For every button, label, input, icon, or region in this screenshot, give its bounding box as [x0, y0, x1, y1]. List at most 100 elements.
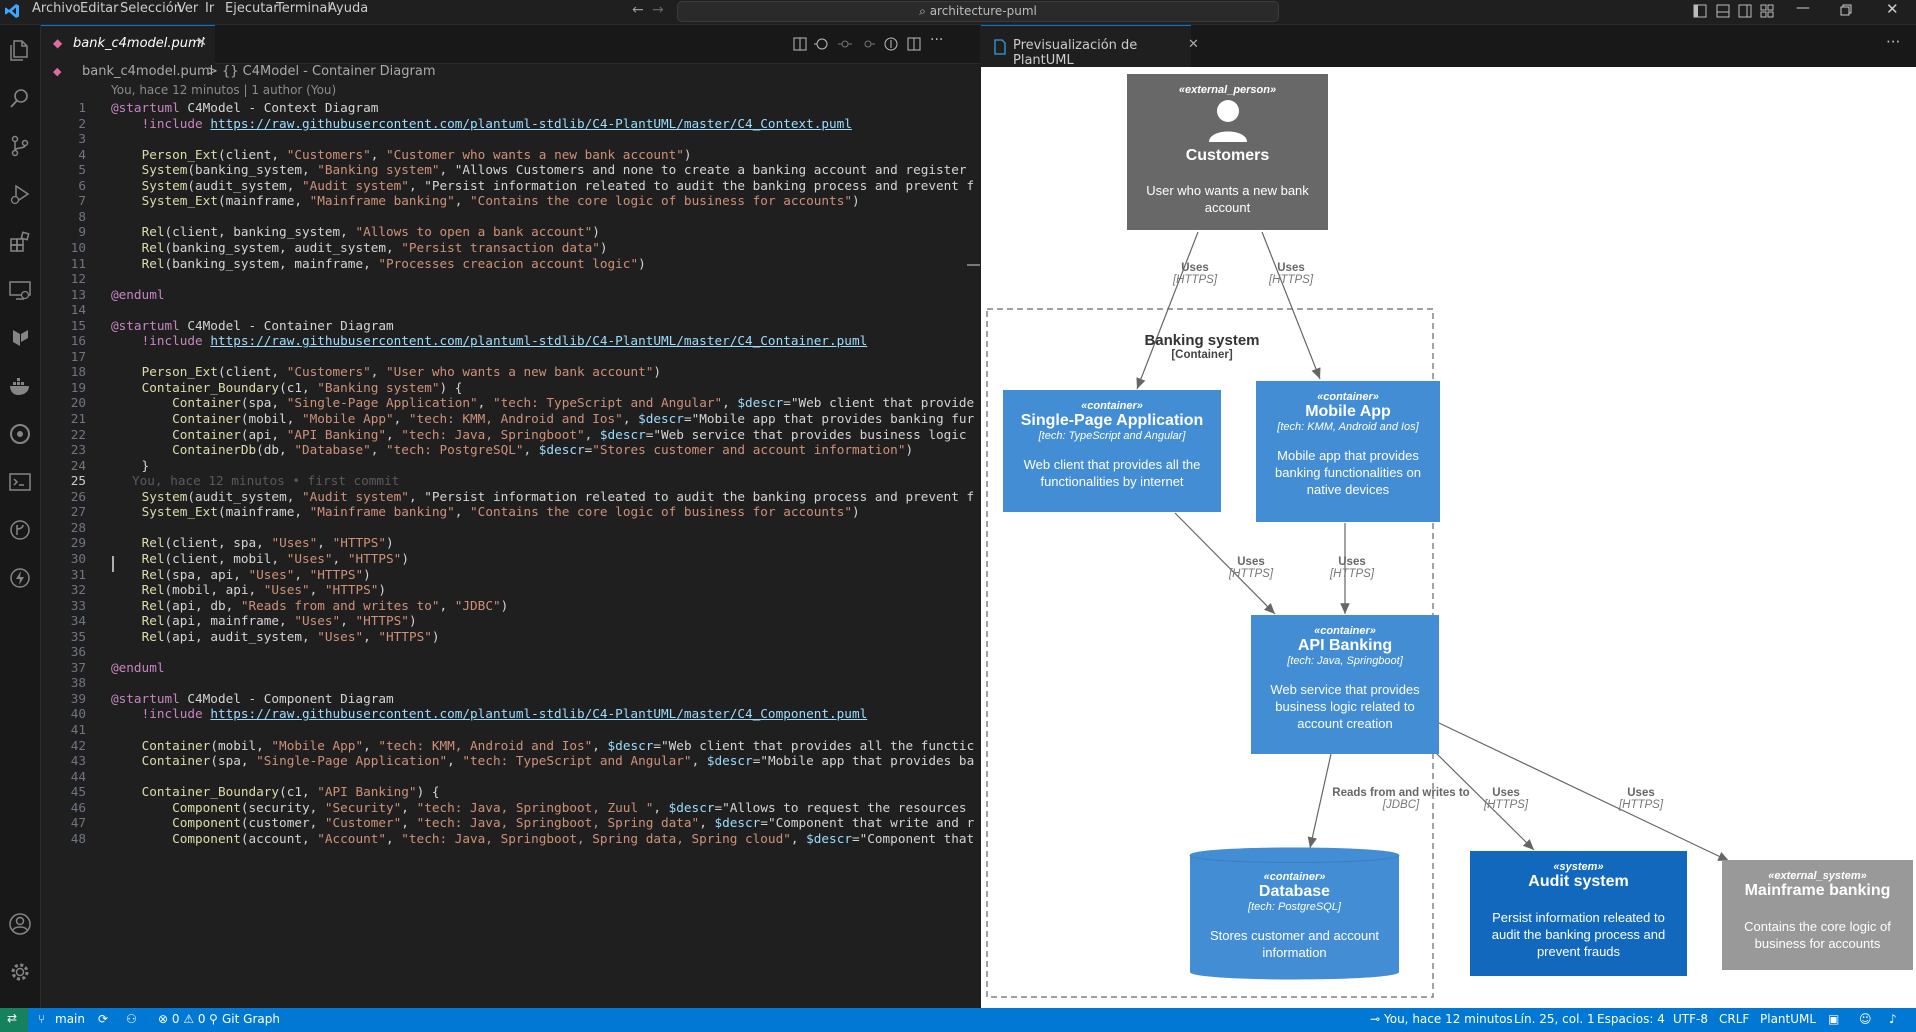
- gitlens-icon[interactable]: [7, 517, 33, 543]
- status-position[interactable]: Lín. 25, col. 1: [1514, 1012, 1595, 1026]
- code-line[interactable]: Container(spa, "Single-Page Application"…: [111, 395, 974, 410]
- back-arrow-icon[interactable]: ←: [632, 2, 644, 18]
- explorer-icon[interactable]: [7, 37, 33, 63]
- code-line[interactable]: System_Ext(mainframe, "Mainframe banking…: [111, 504, 860, 519]
- preview-more-actions-icon[interactable]: ···: [1886, 33, 1900, 51]
- menu-terminal[interactable]: Terminal: [276, 0, 331, 24]
- tab-bank-c4model[interactable]: ◆ bank_c4model.puml ✕: [41, 25, 215, 64]
- status-encoding[interactable]: UTF-8: [1673, 1012, 1708, 1026]
- menu-editar[interactable]: Editar: [80, 0, 119, 24]
- code-line[interactable]: Rel(client, banking_system, "Allows to o…: [111, 224, 600, 239]
- code-line[interactable]: Container(spa, "Single-Page Application"…: [111, 753, 975, 768]
- node-customers[interactable]: «external_person» Customers User who wan…: [1127, 74, 1328, 230]
- node-mainframe-banking[interactable]: «external_system» Mainframe banking Cont…: [1722, 860, 1913, 970]
- code-line[interactable]: System(banking_system, "Banking system",…: [111, 162, 967, 177]
- previous-change-icon[interactable]: [837, 36, 853, 52]
- menu-ver[interactable]: Ver: [177, 0, 198, 24]
- node-database[interactable]: «container» Database [tech: PostgreSQL] …: [1190, 867, 1399, 977]
- remote-indicator[interactable]: ⇄: [0, 1008, 28, 1032]
- status-blame[interactable]: You, hace 12 minutos: [1384, 1012, 1513, 1026]
- open-changes-icon[interactable]: [814, 36, 830, 52]
- node-mobile-app[interactable]: «container» Mobile App [tech: KMM, Andro…: [1256, 381, 1440, 522]
- toggle-panel-icon[interactable]: [1716, 4, 1730, 18]
- code-line[interactable]: Rel(api, db, "Reads from and writes to",…: [111, 598, 509, 613]
- code-line[interactable]: Component(account, "Account", "tech: Jav…: [111, 831, 974, 846]
- menu-ayuda[interactable]: Ayuda: [328, 0, 368, 24]
- code-line[interactable]: Rel(api, mainframe, "Uses", "HTTPS"): [111, 613, 417, 628]
- code-line[interactable]: Component(security, "Security", "tech: J…: [111, 800, 966, 815]
- code-line[interactable]: Component(customer, "Customer", "tech: J…: [111, 815, 974, 830]
- code-line[interactable]: Container(api, "API Banking", "tech: Jav…: [111, 427, 966, 442]
- menu-ir[interactable]: Ir: [205, 0, 214, 24]
- customize-layout-icon[interactable]: [1760, 4, 1774, 18]
- layout-icon[interactable]: ▣: [1828, 1012, 1839, 1026]
- next-change-icon[interactable]: [860, 36, 876, 52]
- terminal-icon[interactable]: [7, 469, 33, 495]
- toggle-file-blame-icon[interactable]: [883, 36, 899, 52]
- close-tab-icon[interactable]: ✕: [196, 35, 207, 50]
- code-line[interactable]: }: [111, 458, 150, 473]
- sync-icon[interactable]: ⟳: [98, 1012, 108, 1026]
- code-line[interactable]: ContainerDb(db, "Database", "tech: Postg…: [111, 442, 913, 457]
- source-control-icon[interactable]: [7, 133, 33, 159]
- restore-icon[interactable]: [1840, 4, 1852, 16]
- live-share-icon[interactable]: ⚇: [126, 1012, 137, 1026]
- thunder-client-icon[interactable]: [7, 565, 33, 591]
- code-line[interactable]: Rel(api, audit_system, "Uses", "HTTPS"): [111, 629, 440, 644]
- menu-ejecutar[interactable]: Ejecutar: [225, 0, 279, 24]
- code-line[interactable]: @startuml C4Model - Component Diagram: [111, 691, 394, 706]
- feedback-icon[interactable]: ☺: [1859, 1012, 1872, 1026]
- code-line[interactable]: Container(mobil, "Mobile App", "tech: KM…: [111, 411, 974, 426]
- code-line[interactable]: Person_Ext(client, "Customers", "Custome…: [111, 147, 692, 162]
- code-line[interactable]: @startuml C4Model - Context Diagram: [111, 100, 378, 115]
- tab-plantuml-preview[interactable]: Previsualización de PlantUML ✕: [981, 25, 1199, 68]
- status-eol[interactable]: CRLF: [1719, 1012, 1749, 1026]
- forward-arrow-icon[interactable]: →: [652, 2, 664, 18]
- plantuml-preview[interactable]: Banking system [Container] «external_per…: [981, 67, 1916, 1008]
- docker-icon[interactable]: [7, 373, 33, 399]
- minimize-icon[interactable]: —: [1796, 0, 1810, 16]
- testing-icon[interactable]: [7, 325, 33, 351]
- code-line[interactable]: !include https://raw.githubusercontent.c…: [111, 116, 852, 131]
- run-debug-icon[interactable]: [7, 181, 33, 207]
- code-editor[interactable]: 1 @startuml C4Model - Context Diagram 2 !i…: [41, 100, 980, 1008]
- status-spaces[interactable]: Espacios: 4: [1597, 1012, 1665, 1026]
- code-line[interactable]: @enduml: [111, 287, 164, 302]
- code-line[interactable]: Rel(banking_system, audit_system, "Persi…: [111, 240, 608, 255]
- kubernetes-icon[interactable]: [7, 421, 33, 447]
- remote-explorer-icon[interactable]: [7, 277, 33, 303]
- code-line[interactable]: @startuml C4Model - Container Diagram: [111, 318, 394, 333]
- code-line[interactable]: Rel(client, spa, "Uses", "HTTPS"): [111, 535, 394, 550]
- toggle-secondary-sidebar-icon[interactable]: [1738, 4, 1752, 18]
- menu-seleccion[interactable]: Selección: [120, 0, 182, 24]
- code-line[interactable]: System_Ext(mainframe, "Mainframe banking…: [111, 193, 860, 208]
- status-problems[interactable]: ⊗ 0 ⚠ 0: [158, 1012, 206, 1026]
- notifications-bell-icon[interactable]: ♪: [1889, 1012, 1897, 1026]
- code-line[interactable]: System(audit_system, "Audit system", "Pe…: [111, 178, 975, 193]
- toggle-sidebar-icon[interactable]: [1693, 4, 1707, 18]
- settings-gear-icon[interactable]: [7, 959, 33, 985]
- status-branch[interactable]: main: [55, 1012, 85, 1026]
- code-line[interactable]: System(audit_system, "Audit system", "Pe…: [111, 489, 975, 504]
- node-api-banking[interactable]: «container» API Banking [tech: Java, Spr…: [1251, 615, 1439, 754]
- code-line[interactable]: !include https://raw.githubusercontent.c…: [111, 333, 868, 348]
- close-preview-tab-icon[interactable]: ✕: [1188, 37, 1199, 52]
- code-line[interactable]: Rel(spa, api, "Uses", "HTTPS"): [111, 567, 371, 582]
- more-actions-icon[interactable]: ···: [930, 32, 943, 48]
- code-line[interactable]: Container_Boundary(c1, "API Banking") {: [111, 784, 440, 799]
- search-icon[interactable]: [7, 85, 33, 111]
- code-line[interactable]: Rel(banking_system, mainframe, "Processe…: [111, 256, 646, 271]
- status-git-graph[interactable]: Git Graph: [222, 1012, 280, 1026]
- codelens-blame[interactable]: You, hace 12 minutos | 1 author (You): [111, 83, 336, 97]
- open-preview-icon[interactable]: [792, 36, 808, 52]
- code-line[interactable]: Container_Boundary(c1, "Banking system")…: [111, 380, 463, 395]
- node-single-page-application[interactable]: «container» Single-Page Application [tec…: [1003, 390, 1221, 512]
- command-center[interactable]: ⌕ architecture-puml: [677, 1, 1279, 22]
- code-line[interactable]: Person_Ext(client, "Customers", "User wh…: [111, 364, 661, 379]
- code-line[interactable]: Container(mobil, "Mobile App", "tech: KM…: [111, 738, 975, 753]
- code-line[interactable]: Rel(mobil, api, "Uses", "HTTPS"): [111, 582, 386, 597]
- code-line[interactable]: Rel(client, mobil, "Uses", "HTTPS"): [111, 551, 409, 566]
- code-line[interactable]: !include https://raw.githubusercontent.c…: [111, 706, 868, 721]
- close-window-icon[interactable]: ✕: [1886, 0, 1899, 18]
- split-editor-icon[interactable]: [906, 36, 922, 52]
